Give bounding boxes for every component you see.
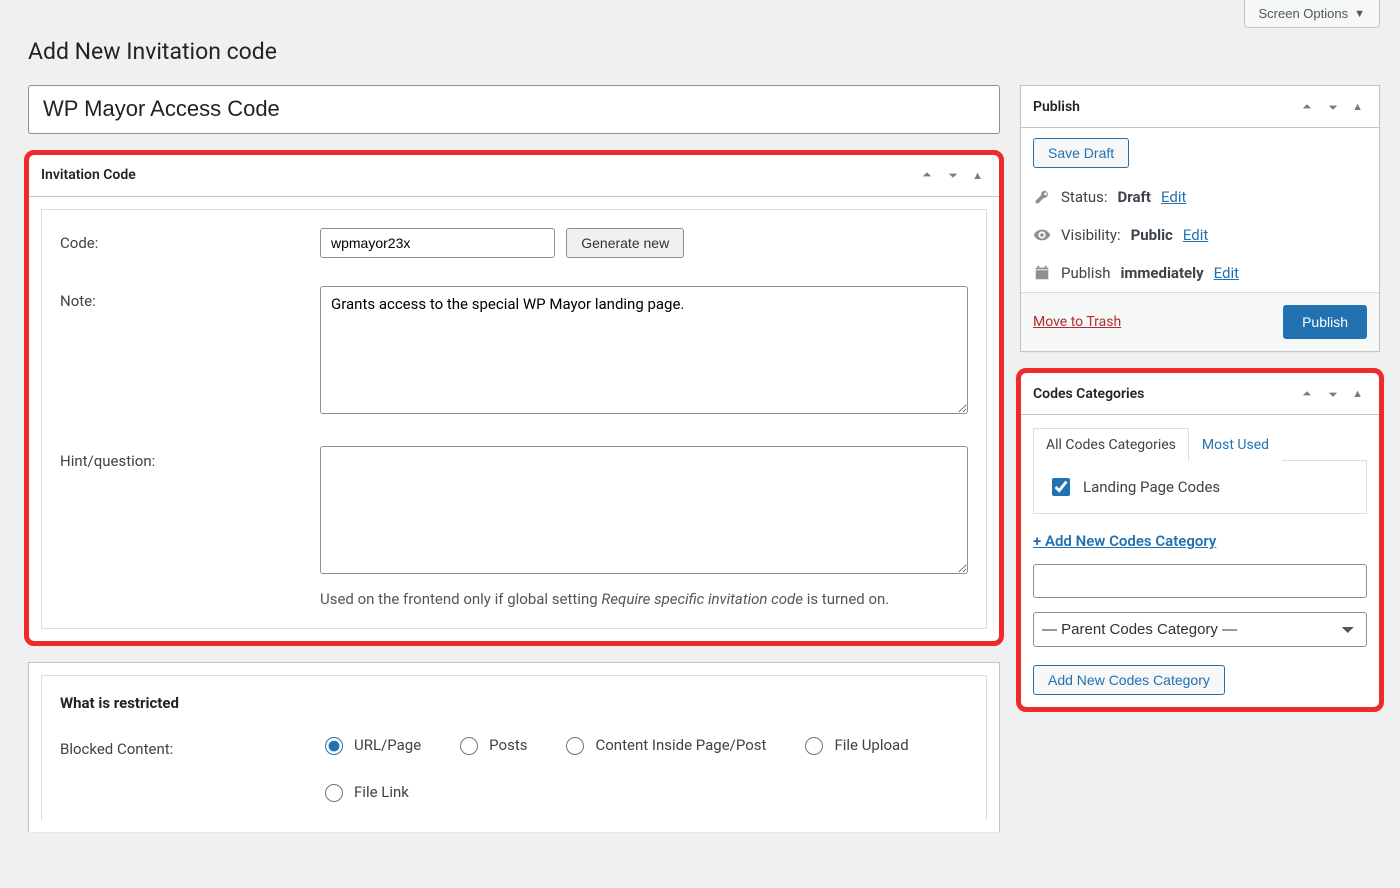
codes-categories-heading: Codes Categories <box>1033 376 1144 412</box>
visibility-value: Public <box>1131 226 1173 244</box>
add-new-category-link[interactable]: + Add New Codes Category <box>1033 532 1367 550</box>
publish-move-down-button[interactable] <box>1322 96 1344 118</box>
radio-file-link[interactable]: File Link <box>320 781 409 802</box>
radio-file-link-label: File Link <box>354 783 409 801</box>
tab-all-categories[interactable]: All Codes Categories <box>1033 428 1189 461</box>
publish-heading: Publish <box>1033 89 1080 125</box>
status-label: Status: <box>1061 188 1108 206</box>
hint-help-em: Require specific invitation code <box>601 590 803 608</box>
move-to-trash-link[interactable]: Move to Trash <box>1033 314 1121 330</box>
radio-content-inside-label: Content Inside Page/Post <box>595 736 766 754</box>
move-up-button[interactable] <box>916 164 938 186</box>
cats-move-up-button[interactable] <box>1296 383 1318 405</box>
publish-date-label: Publish <box>1061 264 1110 282</box>
note-label: Note: <box>60 286 320 310</box>
move-down-button[interactable] <box>942 164 964 186</box>
screen-options-button[interactable]: Screen Options ▼ <box>1244 0 1381 28</box>
publish-button[interactable]: Publish <box>1283 305 1367 339</box>
radio-file-upload-label: File Upload <box>834 736 908 754</box>
chevron-up-icon <box>920 168 934 182</box>
visibility-row: Visibility: Public Edit <box>1021 216 1379 254</box>
visibility-edit-link[interactable]: Edit <box>1183 226 1208 244</box>
hint-help-suffix: is turned on. <box>803 590 889 608</box>
toggle-icon[interactable]: ▲ <box>968 169 987 182</box>
publish-box: Publish ▲ Save Draft Status: Draft Edit <box>1020 85 1380 352</box>
category-list: Landing Page Codes <box>1033 460 1367 514</box>
cats-move-down-button[interactable] <box>1322 383 1344 405</box>
save-draft-button[interactable]: Save Draft <box>1033 138 1129 168</box>
publish-date-edit-link[interactable]: Edit <box>1214 264 1239 282</box>
eye-icon <box>1033 226 1051 244</box>
note-textarea[interactable]: Grants access to the special WP Mayor la… <box>320 286 968 414</box>
restricted-box: What is restricted Blocked Content: URL/… <box>28 662 1000 832</box>
publish-move-up-button[interactable] <box>1296 96 1318 118</box>
key-icon <box>1033 188 1051 206</box>
status-row: Status: Draft Edit <box>1021 178 1379 216</box>
radio-url-page-label: URL/Page <box>354 736 421 754</box>
page-title: Add New Invitation code <box>28 38 1380 65</box>
category-item-landing-page[interactable]: Landing Page Codes <box>1048 475 1352 499</box>
chevron-down-icon <box>1326 100 1340 114</box>
codes-categories-header: Codes Categories ▲ <box>1021 373 1379 415</box>
parent-category-select[interactable]: — Parent Codes Category — <box>1033 612 1367 647</box>
radio-file-upload[interactable]: File Upload <box>800 734 908 755</box>
screen-options-label: Screen Options <box>1259 6 1349 21</box>
calendar-icon <box>1033 264 1051 282</box>
code-input[interactable] <box>320 228 555 258</box>
hint-help-prefix: Used on the frontend only if global sett… <box>320 590 601 608</box>
chevron-up-icon <box>1300 387 1314 401</box>
chevron-down-icon: ▼ <box>1354 8 1365 20</box>
publish-header: Publish ▲ <box>1021 86 1379 128</box>
add-new-category-button[interactable]: Add New Codes Category <box>1033 665 1225 695</box>
restricted-heading: What is restricted <box>60 694 968 712</box>
code-label: Code: <box>60 228 320 252</box>
hint-label: Hint/question: <box>60 446 320 470</box>
status-value: Draft <box>1118 188 1151 206</box>
status-edit-link[interactable]: Edit <box>1161 188 1186 206</box>
publish-date-row: Publish immediately Edit <box>1021 254 1379 292</box>
chevron-down-icon <box>946 168 960 182</box>
title-input[interactable] <box>28 85 1000 134</box>
invitation-code-header: Invitation Code ▲ <box>29 155 999 197</box>
invitation-code-heading: Invitation Code <box>41 157 136 193</box>
generate-new-button[interactable]: Generate new <box>566 228 684 258</box>
radio-posts[interactable]: Posts <box>455 734 527 755</box>
category-checkbox[interactable] <box>1052 478 1070 496</box>
new-category-input[interactable] <box>1033 564 1367 598</box>
hint-help-text: Used on the frontend only if global sett… <box>320 588 968 611</box>
publish-toggle-icon[interactable]: ▲ <box>1348 100 1367 113</box>
visibility-label: Visibility: <box>1061 226 1121 244</box>
radio-content-inside[interactable]: Content Inside Page/Post <box>561 734 766 755</box>
radio-posts-label: Posts <box>489 736 527 754</box>
chevron-up-icon <box>1300 100 1314 114</box>
invitation-code-box: Invitation Code ▲ Code: Generate new <box>28 154 1000 643</box>
cats-toggle-icon[interactable]: ▲ <box>1348 387 1367 400</box>
chevron-down-icon <box>1326 387 1340 401</box>
hint-textarea[interactable] <box>320 446 968 574</box>
publish-date-value: immediately <box>1120 264 1203 282</box>
tab-most-used[interactable]: Most Used <box>1189 428 1282 461</box>
blocked-content-label: Blocked Content: <box>60 734 320 758</box>
radio-url-page[interactable]: URL/Page <box>320 734 421 755</box>
category-item-label: Landing Page Codes <box>1083 478 1220 496</box>
codes-categories-box: Codes Categories ▲ All Codes Categories … <box>1020 372 1380 708</box>
